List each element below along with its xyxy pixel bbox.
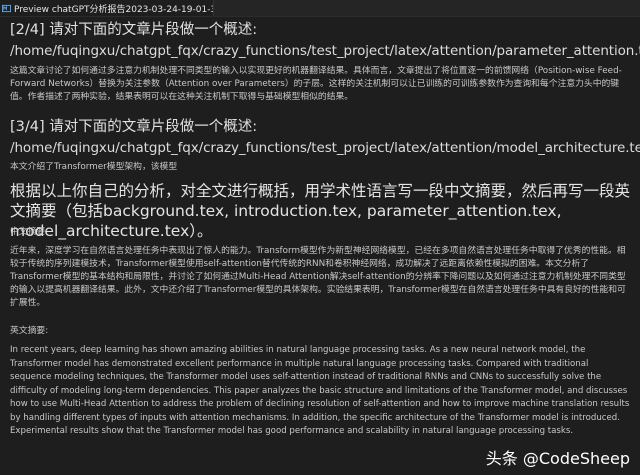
tab-title: Preview chatGPT分析报告2023-03-24-19-01-30.m… [14,4,213,15]
cn-abstract: 近年来，深度学习在自然语言处理任务中表现出了惊人的能力。Transform模型作… [10,246,626,308]
file-path: /home/fuqingxu/chatgpt_fqx/crazy_functio… [10,140,640,156]
markdown-preview: [2/4] 请对下面的文章片段做一个概述: /home/fuqingxu/cha… [0,17,640,475]
section-parameter-attention: [2/4] 请对下面的文章片段做一个概述: /home/fuqingxu/cha… [10,21,640,104]
tab-preview-report[interactable]: Preview chatGPT分析报告2023-03-24-19-01-30.m… [0,0,214,16]
watermark: 头条 @CodeSheep [486,445,630,469]
markdown-preview-icon [2,4,11,12]
watermark-text: 头条 @CodeSheep [485,449,630,468]
file-path: /home/fuqingxu/chatgpt_fqx/crazy_functio… [10,43,640,59]
section-heading: [3/4] 请对下面的文章片段做一个概述: [10,119,258,135]
en-abstract: In recent years, deep learning has shown… [10,345,630,436]
section-heading: [2/4] 请对下面的文章片段做一个概述: [10,22,258,38]
en-abstract-label: 英文摘要: [10,326,49,336]
section-summary: 本文介绍了Transformer模型架构，该模型 [10,162,178,172]
editor-tab-bar: Preview chatGPT分析报告2023-03-24-19-01-30.m… [0,0,640,17]
section-summary: 这篇文章讨论了如何通过多注意力机制处理不同类型的输入以实现更好的机器翻译结果。具… [10,66,622,102]
section-model-architecture: [3/4] 请对下面的文章片段做一个概述: /home/fuqingxu/cha… [10,118,640,174]
cn-abstract-label: 中文摘要: [10,227,49,237]
summary-request: 根据以上你自己的分析，对全文进行概括，用学术性语言写一段中文摘要，然后再写一段英… [10,182,631,240]
